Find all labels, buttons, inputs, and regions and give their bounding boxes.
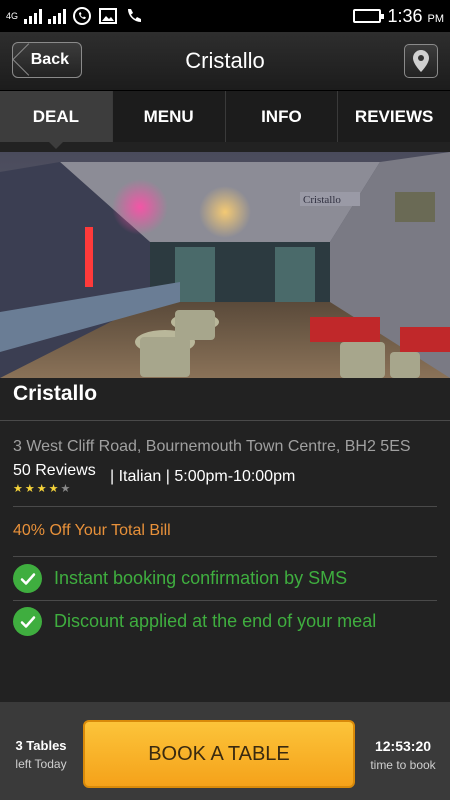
tables-count: 3 Tables — [15, 738, 67, 753]
booking-timer: 12:53:20 time to book — [361, 738, 445, 772]
back-button-label: Back — [30, 51, 69, 68]
tab-deal[interactable]: DEAL — [0, 91, 113, 149]
star-icon: ★ — [13, 483, 23, 495]
signal-icon — [24, 8, 43, 24]
cuisine-hours: | Italian | 5:00pm-10:00pm — [110, 468, 296, 485]
restaurant-name: Cristallo — [13, 382, 98, 405]
network-type: 4G — [6, 11, 19, 21]
reviews-link[interactable]: 50 Reviews — [13, 462, 96, 480]
image-icon — [98, 6, 118, 26]
star-icon: ★ — [60, 483, 71, 495]
timer-value: 12:53:20 — [374, 738, 432, 754]
feature-text: Discount applied at the end of your meal — [54, 611, 377, 631]
signal-icon — [48, 8, 67, 24]
whatsapp-icon — [72, 6, 92, 26]
restaurant-photo: Cristallo — [0, 152, 450, 378]
divider — [13, 506, 437, 507]
status-bar: 4G 1:36 PM — [0, 0, 450, 32]
tab-info[interactable]: INFO — [226, 91, 339, 142]
page-title: Cristallo — [185, 48, 265, 73]
deal-offer: 40% Off Your Total Bill — [13, 522, 171, 539]
tables-left: 3 Tables left Today — [0, 738, 82, 771]
tab-bar: DEAL MENU INFO REVIEWS — [0, 90, 450, 149]
tab-menu[interactable]: MENU — [113, 91, 226, 142]
checkmark-icon — [13, 607, 42, 636]
star-rating: ★ ★ ★ ★ ★ — [13, 482, 70, 495]
feature-item: Discount applied at the end of your meal — [13, 607, 376, 636]
tab-reviews[interactable]: REVIEWS — [338, 91, 450, 142]
checkmark-icon — [13, 564, 42, 593]
divider — [0, 420, 450, 421]
restaurant-address: 3 West Cliff Road, Bournemouth Town Cent… — [13, 438, 411, 455]
feature-item: Instant booking confirmation by SMS — [13, 564, 347, 593]
divider — [13, 556, 437, 557]
restaurant-sign: Cristallo — [303, 194, 341, 206]
location-pin-icon — [413, 50, 429, 72]
star-icon: ★ — [24, 483, 35, 495]
star-icon: ★ — [48, 483, 59, 495]
divider — [13, 600, 437, 601]
tables-sub: left Today — [15, 757, 67, 771]
clock: 1:36 PM — [387, 5, 444, 26]
star-icon: ★ — [36, 483, 47, 495]
battery-icon — [353, 9, 385, 23]
booking-bar: 3 Tables left Today BOOK A TABLE 12:53:2… — [0, 702, 450, 800]
book-table-button[interactable]: BOOK A TABLE — [83, 720, 355, 788]
back-button[interactable]: Back — [12, 42, 82, 78]
nav-header: Back Cristallo — [0, 32, 450, 90]
timer-sub: time to book — [370, 758, 436, 772]
phone-icon — [124, 6, 144, 26]
feature-text: Instant booking confirmation by SMS — [54, 568, 348, 588]
location-button[interactable] — [404, 44, 438, 78]
